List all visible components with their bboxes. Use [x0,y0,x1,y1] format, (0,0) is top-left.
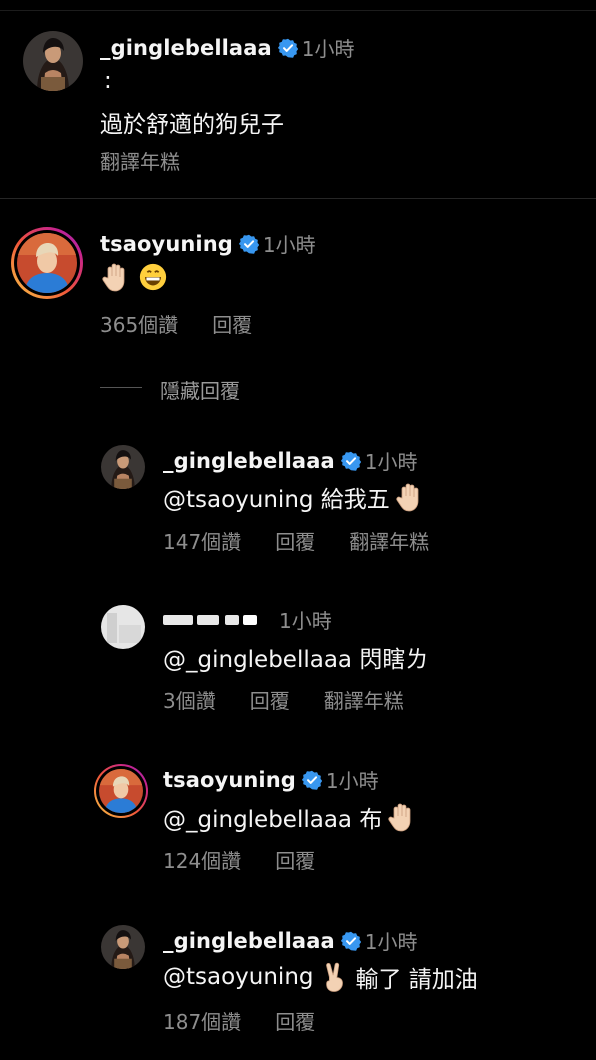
likes-count[interactable]: 124個讚 [163,845,241,874]
section-divider [0,198,596,199]
reply-mention[interactable]: @tsaoyuning [163,964,314,990]
reply-text-content: @_ginglebellaaa 布 [163,807,383,833]
reply-header: _ginglebellaaa 1小時 [163,446,417,475]
translate-button[interactable]: 翻譯年糕 [100,146,180,175]
hide-replies-button[interactable]: 隱藏回覆 [160,375,240,404]
reply-actions: 187個讚 回覆 [163,1006,349,1035]
reply-button[interactable]: 回覆 [275,1006,315,1035]
comment-actions: 翻譯年糕 [100,146,214,175]
timestamp: 1小時 [364,450,418,474]
timestamp: 1小時 [301,37,355,61]
reply-button[interactable]: 回覆 [250,685,290,714]
reply-header: tsaoyuning 1小時 [163,765,379,794]
victory-hand-icon [320,961,350,993]
redacted-username[interactable] [163,611,275,629]
grinning-face-icon [138,262,168,292]
verified-badge-icon [302,770,322,790]
timestamp: 1小時 [364,930,418,954]
reply-actions: 3個讚 回覆 翻譯年糕 [163,685,438,714]
reply-button[interactable]: 回覆 [275,845,315,874]
comment-actions: 365個讚 回覆 [100,309,286,338]
username[interactable]: _ginglebellaaa [163,929,335,953]
translate-button[interactable]: 翻譯年糕 [324,685,404,714]
timestamp: 1小時 [325,769,379,793]
username[interactable]: _ginglebellaaa [163,449,335,473]
avatar[interactable] [101,925,145,969]
raised-hand-icon [394,481,426,513]
comment-text-line2: 過於舒適的狗兒子 [100,112,284,138]
reply-text-content: @tsaoyuning 給我五 [163,487,390,513]
reply-text: @_ginglebellaaa 布 [163,800,418,834]
avatar[interactable] [101,445,145,489]
translate-button[interactable]: 翻譯年糕 [349,526,429,555]
reply-button[interactable]: 回覆 [212,309,252,338]
avatar [99,769,143,813]
comment-header: tsaoyuning 1小時 [100,229,316,258]
likes-count[interactable]: 147個讚 [163,526,241,555]
verified-badge-icon [278,38,298,58]
comment-text-line1: : [104,68,112,94]
raised-hand-icon [100,261,132,293]
likes-count[interactable]: 187個讚 [163,1006,241,1035]
reply-text: @tsaoyuning 給我五 [163,480,426,514]
raised-hand-icon [386,801,418,833]
likes-count[interactable]: 365個讚 [100,309,178,338]
reply-button[interactable]: 回覆 [275,526,315,555]
reply-actions: 124個讚 回覆 [163,845,349,874]
likes-count[interactable]: 3個讚 [163,685,216,714]
username[interactable]: tsaoyuning [100,232,233,256]
verified-badge-icon [341,451,361,471]
reply-text: @_ginglebellaaa 閃瞎ㄌ [163,647,429,673]
reply-text: @tsaoyuning 輸了 請加油 [163,960,478,994]
avatar [17,233,77,293]
top-divider [0,10,596,11]
story-ring[interactable] [11,227,83,299]
timestamp: 1小時 [262,233,316,257]
verified-badge-icon [239,234,259,254]
comment-header: _ginglebellaaa 1小時 [100,33,354,62]
reply-header: 1小時 [163,605,332,634]
hide-replies-line [100,387,142,388]
verified-badge-icon [341,931,361,951]
story-ring[interactable] [94,764,148,818]
reply-header: _ginglebellaaa 1小時 [163,926,417,955]
username[interactable]: tsaoyuning [163,768,296,792]
reply-actions: 147個讚 回覆 翻譯年糕 [163,526,463,555]
timestamp: 1小時 [279,609,332,633]
avatar[interactable] [23,31,83,91]
reply-text-content: 輸了 請加油 [355,967,478,993]
username[interactable]: _ginglebellaaa [100,36,272,60]
comment-text [100,261,168,293]
avatar[interactable] [101,605,145,649]
